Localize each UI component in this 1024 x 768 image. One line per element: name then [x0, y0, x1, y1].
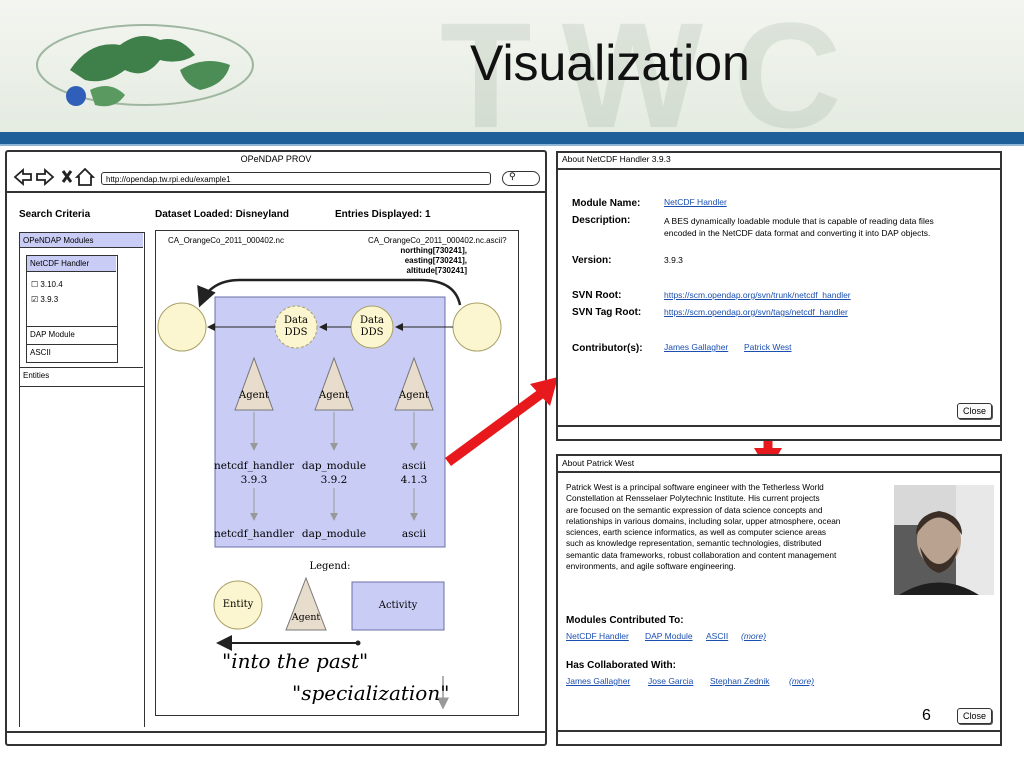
svn-root-link[interactable]: https://scm.opendap.org/svn/trunk/netcdf… — [664, 290, 851, 300]
legend-title: Legend: — [309, 561, 351, 572]
data-dds-label-2: Data DDS — [352, 315, 392, 339]
bio-line: sciences, earth science informatics, as … — [566, 527, 827, 538]
lower-label-ascii: ascii — [401, 528, 427, 540]
collaborator-link-james-gallagher[interactable]: James Gallagher — [566, 676, 630, 686]
module-link-netcdf-handler[interactable]: NetCDF Handler — [566, 631, 629, 641]
data-dds-label-1-line2: DDS — [284, 327, 308, 338]
bio-line: semantic data frameworks, robust collabo… — [566, 549, 837, 560]
dialog-footer-divider — [558, 730, 1000, 732]
modules-heading: Modules Contributed To: — [566, 615, 684, 626]
data-dds-label-2-line2: DDS — [360, 327, 384, 338]
description-line-1: A BES dynamically loadable module that i… — [664, 216, 934, 226]
activity-name: ascii — [401, 460, 427, 472]
activity-version: 4.1.3 — [400, 474, 428, 486]
dialog-title: About NetCDF Handler 3.9.3 — [562, 154, 671, 164]
description-label: Description: — [572, 215, 631, 226]
page-number: 6 — [922, 707, 931, 724]
contributor-link-james-gallagher[interactable]: James Gallagher — [664, 342, 728, 352]
collaborator-link-stephan-zednik[interactable]: Stephan Zednik — [710, 676, 770, 686]
bio-line: Constellation at Rensselaer Polytechnic … — [566, 493, 820, 504]
entity-right[interactable] — [452, 302, 502, 352]
activity-ascii: ascii 4.1.3 — [369, 459, 459, 487]
module-name-link[interactable]: NetCDF Handler — [664, 197, 727, 207]
data-dds-label-1-line1: Data — [284, 315, 308, 326]
modules-more-link[interactable]: (more) — [741, 631, 766, 641]
about-handler-dialog: About NetCDF Handler 3.9.3 Module Name: … — [556, 151, 1002, 441]
module-link-dap-module[interactable]: DAP Module — [645, 631, 693, 641]
agent-label-1: Agent — [239, 390, 269, 401]
version-label: Version: — [572, 255, 612, 266]
activity-box — [214, 296, 446, 548]
version-value: 3.9.3 — [664, 255, 683, 265]
lower-label-dap-module: dap_module — [301, 528, 367, 540]
bio-text: Patrick West is a principal software eng… — [566, 482, 891, 572]
close-button[interactable]: Close — [957, 708, 993, 724]
entity-left[interactable] — [157, 302, 207, 352]
bio-line: relationships in various domains, includ… — [566, 515, 841, 526]
module-name-label: Module Name: — [572, 198, 641, 209]
contributors-label: Contributor(s): — [572, 343, 643, 354]
legend-agent-label: Agent — [291, 612, 321, 623]
collaborated-heading: Has Collaborated With: — [566, 660, 676, 671]
agent-label-3: Agent — [399, 390, 429, 401]
activity-name: dap_module — [301, 460, 367, 472]
bio-line: such as knowledge representation, semant… — [566, 538, 822, 549]
bio-line: are focused on the semantic expression o… — [566, 504, 823, 515]
svn-tag-root-label: SVN Tag Root: — [572, 307, 642, 318]
param-altitude: altitude[730241] — [406, 266, 467, 275]
collaborator-link-jose-garcia[interactable]: Jose Garcia — [648, 676, 693, 686]
activity-dap-module: dap_module 3.9.2 — [289, 459, 379, 487]
profile-photo — [894, 485, 994, 595]
activity-name: netcdf_handler — [213, 460, 295, 472]
about-person-dialog: About Patrick West Patrick West is a pri… — [556, 454, 1002, 746]
bio-line: environments, and agile software enginee… — [566, 561, 736, 572]
file-right-params: northing[730241], easting[730241], altit… — [392, 246, 467, 276]
svn-root-label: SVN Root: — [572, 290, 622, 301]
into-the-past-label: "into the past" — [222, 649, 369, 673]
data-dds-label-1: Data DDS — [276, 315, 316, 339]
activity-version: 3.9.2 — [320, 474, 348, 486]
red-arrow-to-handler — [445, 388, 545, 467]
dialog-title: About Patrick West — [562, 458, 635, 468]
activity-version: 3.9.3 — [240, 474, 268, 486]
collaborators-more-link[interactable]: (more) — [789, 676, 814, 686]
param-northing: northing[730241], — [400, 246, 467, 255]
contributor-link-patrick-west[interactable]: Patrick West — [744, 342, 792, 352]
dialog-title-divider — [558, 168, 1000, 170]
into-the-past-arrow-tail — [355, 640, 361, 646]
specialization-label: "specialization" — [292, 681, 450, 705]
description-text: A BES dynamically loadable module that i… — [664, 215, 934, 239]
activity-netcdf-handler: netcdf_handler 3.9.3 — [209, 459, 299, 487]
description-line-2: encoded in the NetCDF data format and co… — [664, 228, 931, 238]
module-link-ascii[interactable]: ASCII — [706, 631, 728, 641]
data-dds-label-2-line1: Data — [360, 315, 384, 326]
legend-activity-label: Activity — [378, 600, 418, 611]
legend-entity-label: Entity — [222, 599, 254, 610]
bio-line: Patrick West is a principal software eng… — [566, 482, 824, 492]
param-easting: easting[730241], — [404, 256, 467, 265]
agent-label-2: Agent — [319, 390, 349, 401]
svn-tag-root-link[interactable]: https://scm.opendap.org/svn/tags/netcdf_… — [664, 307, 848, 317]
close-button[interactable]: Close — [957, 403, 993, 419]
file-left-label: CA_OrangeCo_2011_000402.nc — [168, 236, 284, 245]
file-right-label: CA_OrangeCo_2011_000402.nc.ascii? — [368, 236, 507, 245]
dialog-footer-divider — [558, 425, 1000, 427]
dialog-title-divider — [558, 471, 1000, 473]
lower-label-netcdf-handler: netcdf_handler — [213, 528, 295, 540]
